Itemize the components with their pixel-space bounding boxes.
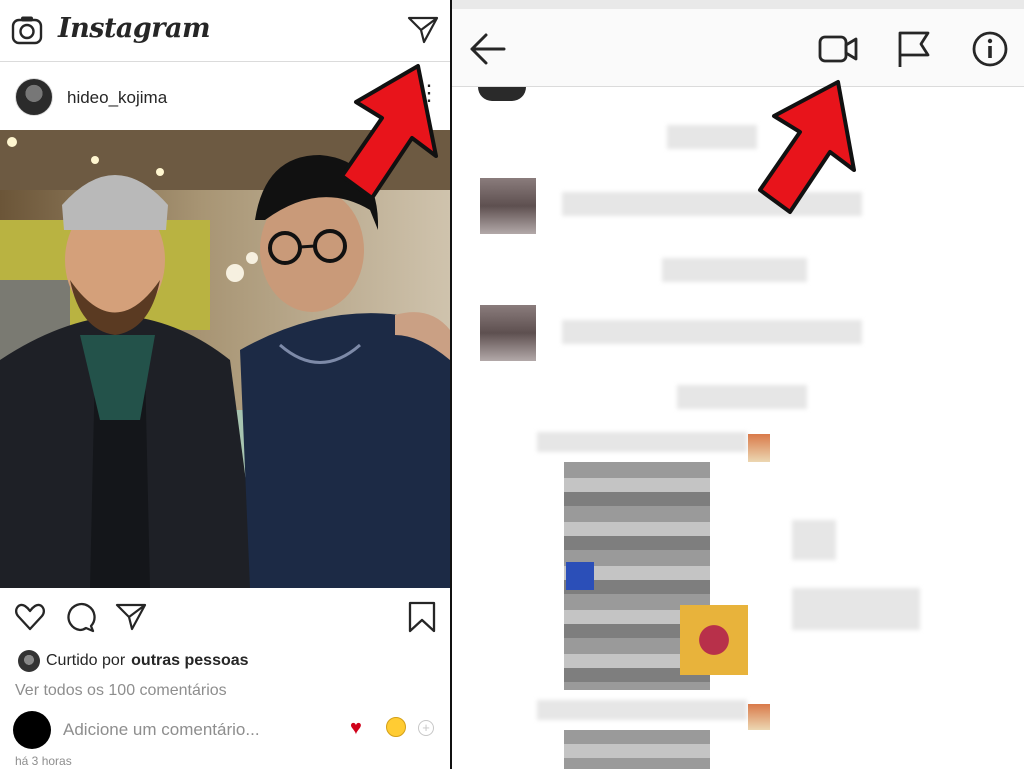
heart-emoji-icon[interactable]: ♥: [350, 717, 362, 740]
back-arrow-icon[interactable]: [468, 29, 508, 69]
post-actions: [0, 588, 450, 648]
add-emoji-icon[interactable]: +: [418, 720, 434, 736]
liked-by-link[interactable]: outras pessoas: [131, 652, 248, 670]
annotation-arrow-icon: [758, 80, 856, 214]
share-icon[interactable]: [115, 601, 147, 633]
bookmark-icon[interactable]: [406, 601, 438, 633]
camera-icon[interactable]: [11, 15, 43, 45]
feed-header: Instagram: [0, 0, 450, 62]
post-timestamp: há 3 horas: [15, 754, 72, 768]
post-username[interactable]: hideo_kojima: [67, 88, 167, 108]
comment-icon[interactable]: [64, 601, 96, 633]
screenshot-composite: Instagram hideo_kojima ⋮ Curtido por out…: [0, 0, 1024, 769]
direct-message-panel: [452, 0, 1024, 769]
video-call-icon[interactable]: [818, 29, 858, 69]
annotation-arrow-icon: [340, 64, 438, 200]
own-avatar: [13, 711, 51, 749]
chat-header: [452, 9, 1024, 87]
direct-message-icon[interactable]: [407, 15, 439, 45]
flag-icon[interactable]: [894, 29, 934, 69]
laughing-emoji-icon[interactable]: [386, 717, 406, 737]
heart-icon[interactable]: [14, 601, 46, 633]
instagram-feed-panel: Instagram hideo_kojima ⋮ Curtido por out…: [0, 0, 450, 769]
liker-avatar: [18, 650, 40, 672]
avatar[interactable]: [15, 78, 53, 116]
liked-by-line[interactable]: Curtido por outras pessoas: [18, 650, 249, 672]
instagram-logo: Instagram: [58, 13, 211, 44]
liked-prefix: Curtido por: [46, 652, 126, 669]
add-comment-row: Adicione um comentário... ♥ +: [0, 708, 450, 752]
status-strip: [452, 0, 1024, 9]
comment-input[interactable]: Adicione um comentário...: [63, 720, 260, 740]
view-all-comments-link[interactable]: Ver todos os 100 comentários: [15, 682, 227, 700]
info-icon[interactable]: [970, 29, 1010, 69]
